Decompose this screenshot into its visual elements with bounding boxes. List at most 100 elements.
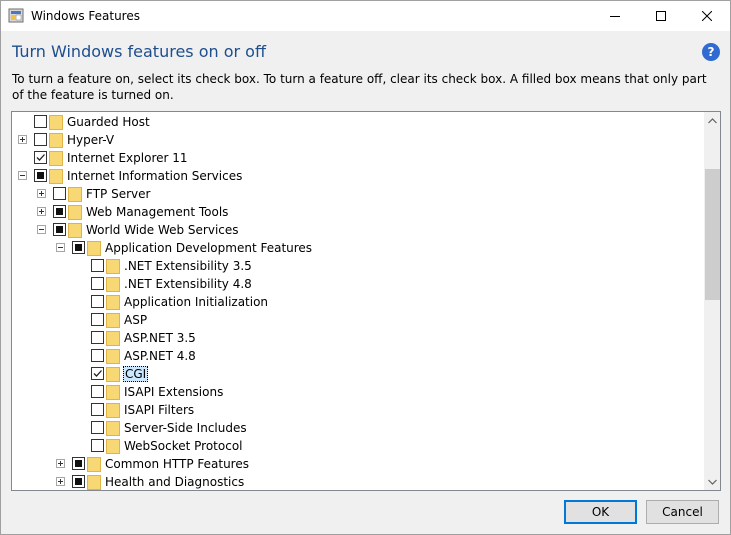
checkbox-partial[interactable] bbox=[72, 457, 85, 470]
checkbox[interactable] bbox=[53, 187, 66, 200]
vertical-scrollbar[interactable] bbox=[704, 112, 720, 490]
plus-icon[interactable] bbox=[37, 189, 46, 198]
checkbox-checked[interactable] bbox=[91, 367, 104, 380]
checkbox[interactable] bbox=[91, 421, 104, 434]
tree-item[interactable]: CGI bbox=[12, 365, 704, 383]
tree-item[interactable]: Application Initialization bbox=[12, 293, 704, 311]
tree-item[interactable]: .NET Extensibility 3.5 bbox=[12, 257, 704, 275]
checkbox[interactable] bbox=[91, 295, 104, 308]
tree-item-label: Application Development Features bbox=[105, 241, 313, 255]
checkbox[interactable] bbox=[91, 277, 104, 290]
tree-item-label: Web Management Tools bbox=[86, 205, 229, 219]
plus-icon[interactable] bbox=[18, 135, 27, 144]
folder-icon bbox=[106, 349, 120, 364]
tree-item-label: FTP Server bbox=[86, 187, 151, 201]
checkbox[interactable] bbox=[34, 115, 47, 128]
tree-item[interactable]: .NET Extensibility 4.8 bbox=[12, 275, 704, 293]
tree-item[interactable]: Health and Diagnostics bbox=[12, 473, 704, 490]
help-icon[interactable]: ? bbox=[702, 43, 720, 61]
dialog-heading: Turn Windows features on or off bbox=[12, 42, 266, 61]
checkbox[interactable] bbox=[91, 313, 104, 326]
close-icon bbox=[702, 11, 712, 21]
tree-item-label: Internet Information Services bbox=[67, 169, 243, 183]
tree-item[interactable]: Web Management Tools bbox=[12, 203, 704, 221]
checkbox[interactable] bbox=[91, 331, 104, 344]
ok-button[interactable]: OK bbox=[564, 500, 637, 524]
checkbox-partial[interactable] bbox=[53, 205, 66, 218]
folder-icon bbox=[87, 457, 101, 472]
dialog-description: To turn a feature on, select its check b… bbox=[12, 72, 707, 102]
checkbox[interactable] bbox=[91, 349, 104, 362]
scroll-down-button[interactable] bbox=[704, 473, 720, 490]
minus-icon[interactable] bbox=[56, 243, 65, 252]
cancel-button[interactable]: Cancel bbox=[646, 500, 719, 524]
minimize-button[interactable] bbox=[592, 1, 638, 31]
window-title: Windows Features bbox=[31, 9, 140, 23]
tree-item[interactable]: ASP bbox=[12, 311, 704, 329]
minimize-icon bbox=[610, 16, 620, 17]
folder-icon bbox=[87, 241, 101, 256]
folder-icon bbox=[106, 421, 120, 436]
chevron-down-icon bbox=[708, 479, 717, 485]
tree-item[interactable]: Guarded Host bbox=[12, 113, 704, 131]
plus-icon[interactable] bbox=[56, 459, 65, 468]
checkbox-partial[interactable] bbox=[72, 241, 85, 254]
scrollbar-thumb[interactable] bbox=[705, 169, 720, 300]
tree-item[interactable]: FTP Server bbox=[12, 185, 704, 203]
title-bar[interactable]: Windows Features bbox=[1, 1, 730, 31]
checkbox-checked[interactable] bbox=[34, 151, 47, 164]
folder-icon bbox=[106, 403, 120, 418]
tree-item[interactable]: Hyper-V bbox=[12, 131, 704, 149]
tree-item[interactable]: Internet Explorer 11 bbox=[12, 149, 704, 167]
folder-icon bbox=[49, 169, 63, 184]
tree-item-label: Hyper-V bbox=[67, 133, 115, 147]
tree-item-label: WebSocket Protocol bbox=[124, 439, 243, 453]
scroll-up-button[interactable] bbox=[704, 112, 720, 129]
tree-item[interactable]: Internet Information Services bbox=[12, 167, 704, 185]
folder-icon bbox=[49, 115, 63, 130]
tree-item[interactable]: ASP.NET 4.8 bbox=[12, 347, 704, 365]
folder-icon bbox=[106, 313, 120, 328]
tree-item[interactable]: ISAPI Filters bbox=[12, 401, 704, 419]
checkbox[interactable] bbox=[91, 403, 104, 416]
tree-item-label: Internet Explorer 11 bbox=[67, 151, 188, 165]
tree-item[interactable]: Application Development Features bbox=[12, 239, 704, 257]
folder-icon bbox=[68, 187, 82, 202]
folder-icon bbox=[49, 151, 63, 166]
checkbox-partial[interactable] bbox=[72, 475, 85, 488]
checkbox-partial[interactable] bbox=[34, 169, 47, 182]
checkbox[interactable] bbox=[91, 385, 104, 398]
tree-item[interactable]: World Wide Web Services bbox=[12, 221, 704, 239]
folder-icon bbox=[49, 133, 63, 148]
tree-item-label: Server-Side Includes bbox=[124, 421, 247, 435]
tree-item-label: ISAPI Extensions bbox=[124, 385, 224, 399]
tree-item[interactable]: ASP.NET 3.5 bbox=[12, 329, 704, 347]
tree-item-label: ASP.NET 4.8 bbox=[124, 349, 196, 363]
tree-item[interactable]: Common HTTP Features bbox=[12, 455, 704, 473]
plus-icon[interactable] bbox=[37, 207, 46, 216]
tree-item[interactable]: WebSocket Protocol bbox=[12, 437, 704, 455]
tree-item-label: ASP.NET 3.5 bbox=[124, 331, 196, 345]
minus-icon[interactable] bbox=[37, 225, 46, 234]
checkbox-partial[interactable] bbox=[53, 223, 66, 236]
folder-icon bbox=[106, 439, 120, 454]
checkbox[interactable] bbox=[91, 259, 104, 272]
tree-item[interactable]: Server-Side Includes bbox=[12, 419, 704, 437]
folder-icon bbox=[106, 385, 120, 400]
maximize-button[interactable] bbox=[638, 1, 684, 31]
features-tree[interactable]: Guarded Host Hyper-V Internet Explorer 11 I… bbox=[11, 111, 721, 491]
folder-icon bbox=[87, 475, 101, 490]
tree-item-label: Health and Diagnostics bbox=[105, 475, 245, 489]
folder-icon bbox=[68, 223, 82, 238]
tree-item[interactable]: ISAPI Extensions bbox=[12, 383, 704, 401]
tree-item-label: .NET Extensibility 4.8 bbox=[124, 277, 252, 291]
folder-icon bbox=[106, 367, 120, 382]
tree-item-label: World Wide Web Services bbox=[86, 223, 239, 237]
checkbox[interactable] bbox=[34, 133, 47, 146]
windows-features-dialog: Windows Features Turn Windows features o… bbox=[0, 0, 731, 535]
checkbox[interactable] bbox=[91, 439, 104, 452]
minus-icon[interactable] bbox=[18, 171, 27, 180]
folder-icon bbox=[68, 205, 82, 220]
close-button[interactable] bbox=[684, 1, 730, 31]
plus-icon[interactable] bbox=[56, 477, 65, 486]
